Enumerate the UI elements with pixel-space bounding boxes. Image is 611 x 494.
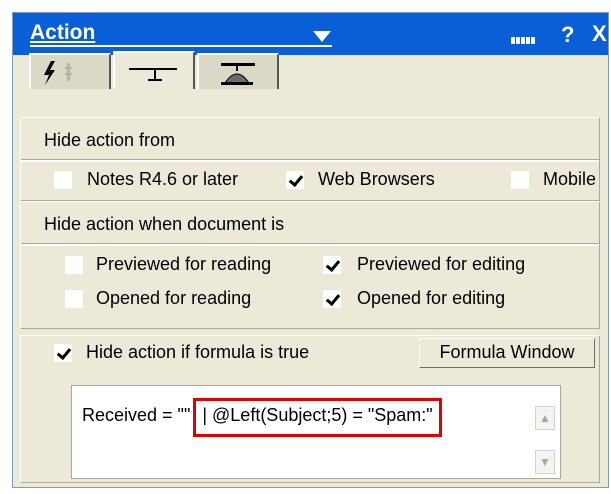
hide-from-heading: Hide action from [44, 130, 176, 150]
label-mobile: Mobile [543, 169, 597, 189]
tab-info[interactable] [29, 53, 111, 89]
formula-text-before: Received = "" [82, 405, 191, 425]
dock-icon[interactable] [511, 31, 537, 44]
label-opened-editing: Opened for editing [357, 288, 506, 308]
label-previewed-editing: Previewed for editing [357, 254, 526, 274]
close-icon[interactable]: X [592, 21, 607, 47]
propeller-hat-icon [221, 63, 255, 85]
label-previewed-reading: Previewed for reading [96, 254, 272, 274]
chevron-down-icon: ▼ [539, 455, 551, 469]
chevron-down-icon[interactable] [313, 31, 331, 42]
hide-when-heading: Hide action when document is [44, 214, 285, 234]
title-underline [30, 45, 332, 47]
formula-editor[interactable]: Received = "" | @Left(Subject;5) = "Spam:… [71, 385, 561, 479]
tab-advanced[interactable] [197, 53, 279, 89]
formula-window-button[interactable]: Formula Window [419, 338, 595, 368]
checkbox-hide-if-formula[interactable] [54, 344, 72, 362]
hide-when-group: Hide action when document is Previewed f… [20, 201, 600, 329]
scroll-up-button[interactable]: ▲ [535, 406, 555, 430]
formula-highlight: | @Left(Subject;5) = "Spam:" [193, 398, 442, 437]
lightning-icon [44, 61, 72, 85]
chevron-up-icon: ▲ [539, 411, 551, 425]
label-notes-r46: Notes R4.6 or later [87, 169, 239, 189]
checkbox-mobile[interactable] [511, 171, 529, 189]
hide-from-group: Hide action from Notes R4.6 or later Web… [20, 117, 600, 201]
checkbox-opened-reading[interactable] [65, 290, 83, 308]
checkbox-previewed-reading[interactable] [65, 256, 83, 274]
formula-scrollbar[interactable]: ▲ ▼ [535, 392, 557, 476]
title-bar[interactable]: Action ? X [13, 13, 608, 55]
action-properties-dialog: Action ? X Hide action from Notes R4.6 o… [12, 12, 609, 488]
tab-hide-when[interactable] [113, 51, 195, 89]
label-hide-if-formula: Hide action if formula is true [86, 342, 310, 362]
formula-text: Received = "" | @Left(Subject;5) = "Spam:… [82, 398, 442, 437]
section-divider [21, 159, 599, 162]
section-divider [21, 243, 599, 246]
hide-when-icon [129, 68, 177, 81]
label-web-browsers: Web Browsers [318, 169, 435, 189]
checkbox-opened-editing[interactable] [323, 290, 341, 308]
checkbox-previewed-editing[interactable] [323, 256, 341, 274]
formula-text-highlighted: | @Left(Subject;5) = "Spam:" [202, 405, 433, 425]
checkbox-web-browsers[interactable] [286, 171, 304, 189]
dialog-title: Action [30, 21, 96, 44]
help-icon[interactable]: ? [561, 22, 574, 48]
scroll-down-button[interactable]: ▼ [535, 450, 555, 474]
checkbox-notes-r46[interactable] [54, 171, 72, 189]
label-opened-reading: Opened for reading [96, 288, 252, 308]
